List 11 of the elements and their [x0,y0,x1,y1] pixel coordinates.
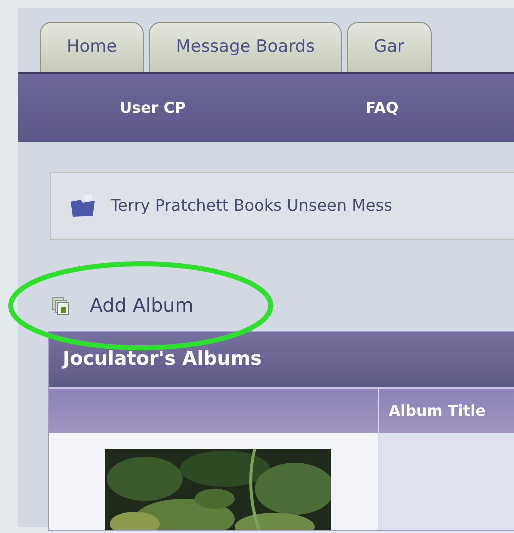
tab[interactable]: Home [40,22,144,72]
folder-icon [69,194,97,218]
breadcrumb-link[interactable]: Terry Pratchett Books Unseen Mess [111,194,392,218]
table-title: Joculator's Albums [63,347,262,372]
album-stack-icon [52,296,70,316]
nav-link[interactable]: User CP [120,96,186,120]
column-header-text: Album Title [389,400,486,422]
nav-link[interactable]: FAQ [366,96,399,120]
add-album-link[interactable]: Add Album [90,292,194,320]
tab[interactable]: Gar [346,22,432,72]
tab[interactable]: Message Boards [149,22,342,72]
